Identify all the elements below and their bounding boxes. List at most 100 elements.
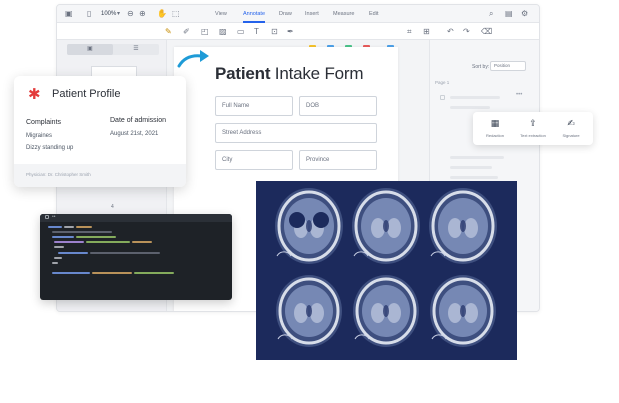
orbit <box>313 212 329 228</box>
brain-lobe <box>464 303 478 323</box>
code-line <box>52 236 74 238</box>
select-icon[interactable]: ⬚ <box>172 9 180 19</box>
code-line <box>54 257 62 259</box>
code-line <box>92 272 132 274</box>
admission-label: Date of admission <box>110 117 167 124</box>
text-extraction-icon: ⇪ <box>529 118 537 128</box>
sidebar-toggle-icon[interactable]: ▣ <box>65 9 73 19</box>
code-editor: •• <box>40 214 232 300</box>
complaint-item: Dizzy standing up <box>26 145 74 151</box>
code-line <box>52 231 112 233</box>
text-extraction-label: Text extraction <box>520 133 546 138</box>
code-line <box>48 226 62 228</box>
tab-view[interactable]: View <box>215 10 227 18</box>
note-icon[interactable]: ▭ <box>237 27 245 37</box>
main-toolbar: ▣ ▯ 100% ▾ ⊖ ⊕ ✋ ⬚ View Annotate Draw In… <box>57 5 539 23</box>
code-line <box>90 252 160 254</box>
thumbnails-icon: ▣ <box>87 46 93 52</box>
highlight-icon[interactable]: ✎ <box>165 27 172 37</box>
annotation-line <box>450 176 498 179</box>
signature-button[interactable]: ✍ Signature <box>553 117 589 138</box>
measure-icon[interactable]: ⊞ <box>423 27 430 37</box>
title-bold: Patient <box>215 64 271 83</box>
code-line <box>52 272 90 274</box>
annotation-line <box>450 156 504 159</box>
ventricle <box>383 305 389 317</box>
hero-illustration: ▣ ▯ 100% ▾ ⊖ ⊕ ✋ ⬚ View Annotate Draw In… <box>0 0 619 403</box>
zoom-in-icon[interactable]: ⊕ <box>139 9 146 19</box>
tab-edit[interactable]: Edit <box>369 10 378 18</box>
annotation-toolbar: ✎ ✐ ◰ ▨ ▭ T ⊡ ✒ ⌗ ⊞ ↶ ↷ ⌫ <box>57 23 539 53</box>
annotation-line <box>450 166 492 169</box>
ventricle <box>306 305 312 317</box>
code-line <box>58 252 88 254</box>
code-line <box>52 262 58 264</box>
eraser-icon[interactable]: ⌫ <box>481 27 492 37</box>
text-icon[interactable]: T <box>254 27 259 37</box>
ventricle <box>383 220 389 232</box>
undo-icon[interactable]: ↶ <box>447 27 454 37</box>
image-icon[interactable]: ▨ <box>219 27 227 37</box>
ventricle <box>460 305 466 317</box>
code-line <box>54 246 64 248</box>
checkbox[interactable] <box>440 95 445 100</box>
ventricle <box>460 220 466 232</box>
sort-value: Position <box>494 63 511 68</box>
code-line <box>86 241 130 243</box>
stamp-icon[interactable]: ◰ <box>201 27 209 37</box>
brain-lobe <box>464 218 478 238</box>
zoom-level[interactable]: 100% <box>101 9 116 19</box>
arrow-icon <box>177 50 209 68</box>
complaints-label: Complaints <box>26 119 62 126</box>
page-icon[interactable]: ▯ <box>87 9 91 19</box>
signature-icon: ✍ <box>567 118 575 128</box>
street-address-field[interactable]: Street Address <box>215 123 377 143</box>
dob-field[interactable]: DOB <box>299 96 377 116</box>
code-line <box>132 241 152 243</box>
mri-scan-image <box>256 181 517 360</box>
redaction-button[interactable]: ▦ Redaction <box>477 117 513 138</box>
code-line <box>134 272 174 274</box>
profile-title: Patient Profile <box>52 88 121 100</box>
panel-icon[interactable]: ▤ <box>505 9 513 19</box>
tab-outline[interactable]: ☰ <box>113 44 159 55</box>
thumbnail-page-number: 4 <box>111 204 114 210</box>
panel-tabs: ▣ ☰ <box>67 44 159 55</box>
gear-icon[interactable]: ⚙ <box>521 9 528 19</box>
chevron-down-icon[interactable]: ▾ <box>117 9 120 19</box>
redo-icon[interactable]: ↷ <box>463 27 470 37</box>
brain-lobe <box>448 218 462 238</box>
tab-annotate[interactable]: Annotate <box>243 10 265 18</box>
callout-icon[interactable]: ⊡ <box>271 27 278 37</box>
city-field[interactable]: City <box>215 150 293 170</box>
tab-insert[interactable]: Insert <box>305 10 319 18</box>
more-icon[interactable]: ••• <box>516 92 522 98</box>
code-line <box>76 236 116 238</box>
brain-lobe <box>371 218 385 238</box>
admission-date: August 21st, 2021 <box>110 131 159 137</box>
province-field[interactable]: Province <box>299 150 377 170</box>
tab-thumbnails[interactable]: ▣ <box>67 44 113 55</box>
ventricle <box>306 220 312 232</box>
pan-icon[interactable]: ✋ <box>157 9 167 19</box>
tab-measure[interactable]: Measure <box>333 10 354 18</box>
text-extraction-button[interactable]: ⇪ Text extraction <box>515 117 551 138</box>
zoom-out-icon[interactable]: ⊖ <box>127 9 134 19</box>
window-icon <box>45 215 49 219</box>
pen-icon[interactable]: ✒ <box>287 27 294 37</box>
crop-icon[interactable]: ⌗ <box>407 27 412 37</box>
tab-draw[interactable]: Draw <box>279 10 292 18</box>
brain-lobe <box>387 218 401 238</box>
code-line <box>54 241 84 243</box>
sort-select[interactable]: Position <box>490 61 526 71</box>
brain-lobe <box>310 303 324 323</box>
menu-dots-icon: •• <box>52 214 56 220</box>
profile-footer: Physician: Dr. Christopher Smith <box>14 164 186 187</box>
tools-popup: ▦ Redaction ⇪ Text extraction ✍ Signatur… <box>473 112 593 145</box>
physician-name: Physician: Dr. Christopher Smith <box>26 172 91 177</box>
redaction-icon: ▦ <box>490 118 500 128</box>
full-name-field[interactable]: Full Name <box>215 96 293 116</box>
page-title: Patient Intake Form <box>215 64 364 84</box>
ink-icon[interactable]: ✐ <box>183 27 190 37</box>
search-icon[interactable]: ⌕ <box>489 9 493 19</box>
